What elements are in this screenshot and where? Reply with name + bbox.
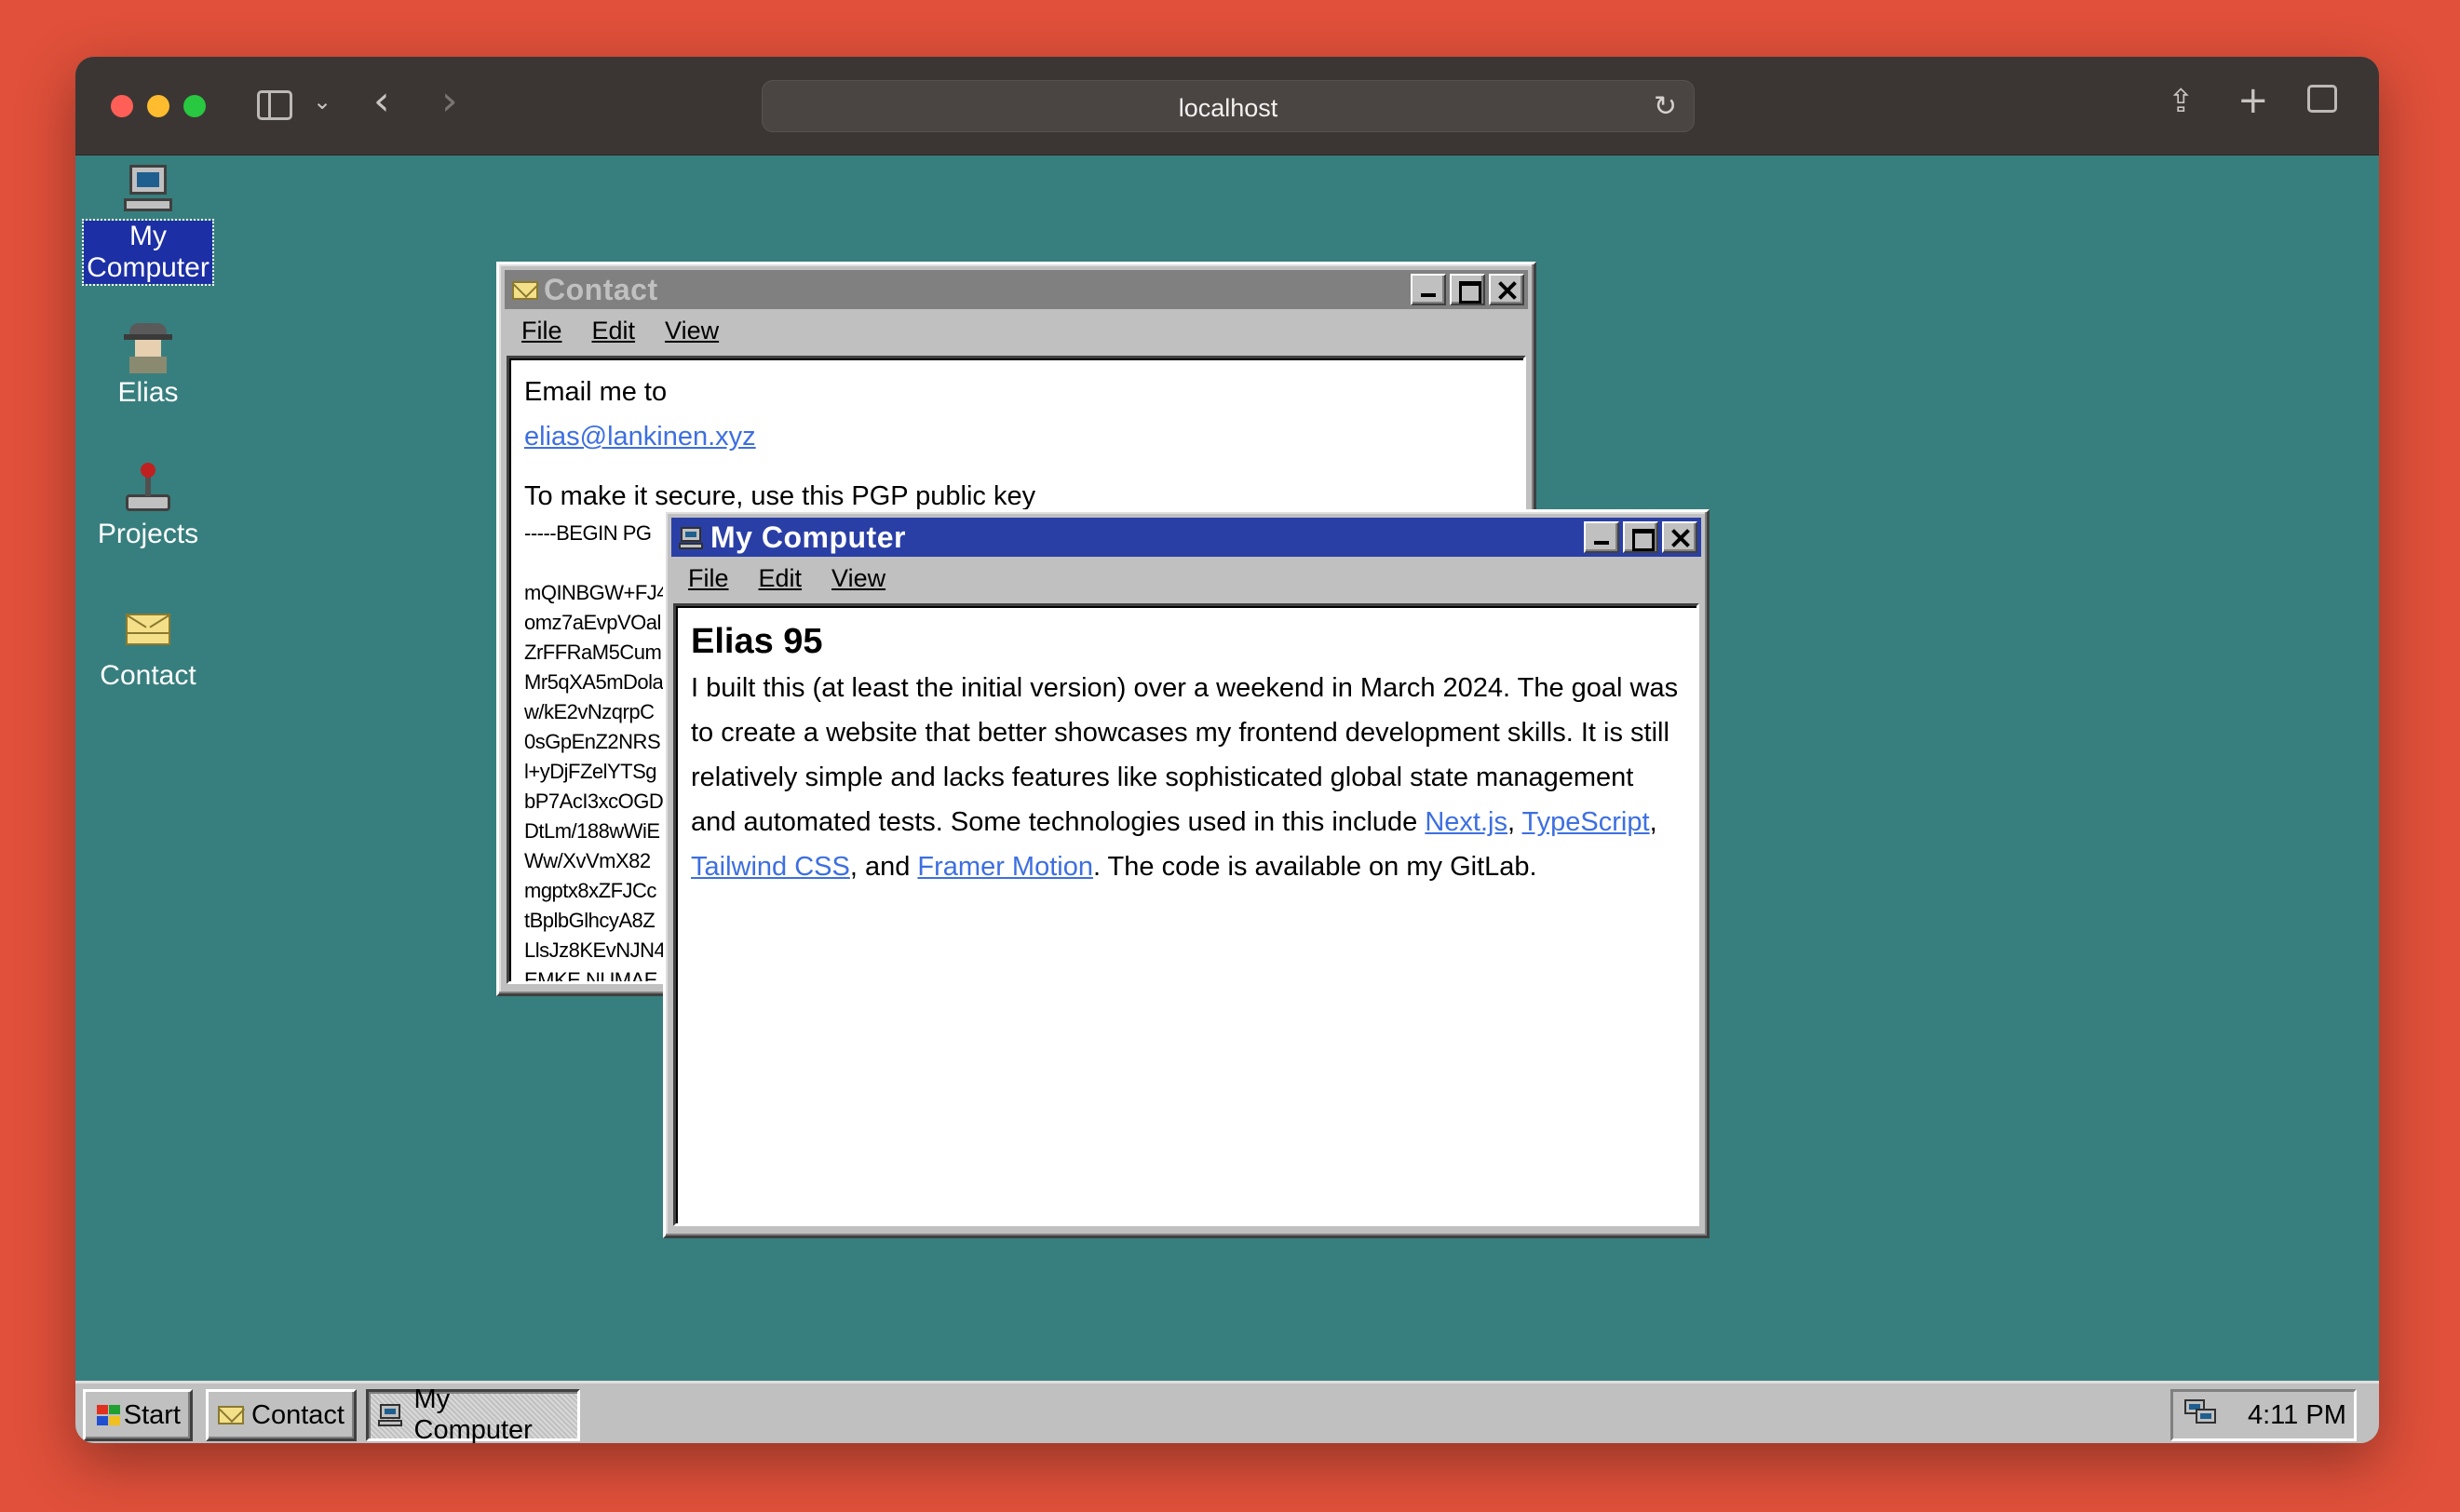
desktop: My Computer Elias Projects Contact Contac… (75, 155, 2379, 1381)
joystick-icon (122, 463, 174, 515)
task-label: Contact (251, 1399, 345, 1430)
close-button[interactable] (1662, 521, 1697, 553)
minimize-button[interactable] (1411, 274, 1446, 305)
desktop-icon-elias[interactable]: Elias (83, 321, 213, 409)
email-link[interactable]: elias@lankinen.xyz (524, 422, 756, 452)
desktop-icon-label: My Computer (82, 219, 214, 286)
minimize-window-button[interactable] (147, 95, 169, 117)
forward-icon[interactable]: › (441, 77, 458, 125)
tailwind-link[interactable]: Tailwind CSS (691, 852, 850, 882)
menu-bar: File Edit View (673, 560, 900, 598)
envelope-icon (512, 279, 538, 300)
tab-overview-icon[interactable] (2307, 85, 2337, 113)
page-title: Elias 95 (691, 622, 823, 661)
typescript-link[interactable]: TypeScript (1522, 807, 1650, 837)
desktop-icon-label: Contact (100, 660, 196, 691)
envelope-icon (122, 604, 174, 656)
task-label: My Computer (413, 1384, 533, 1443)
back-icon[interactable]: ‹ (373, 77, 390, 125)
taskbar-my-computer[interactable]: My Computer (366, 1384, 580, 1443)
share-icon[interactable]: ⇪ (2168, 83, 2195, 120)
desktop-icon-contact[interactable]: Contact (83, 604, 213, 692)
spy-icon (122, 321, 174, 373)
menu-file[interactable]: File (673, 560, 744, 598)
menu-view[interactable]: View (650, 313, 734, 350)
maximize-button[interactable] (1623, 521, 1658, 553)
browser-window: ⌄ ‹ › localhost ↻ ⇪ + MyComputer Elias (75, 57, 2379, 1443)
desktop-icon-my-computer[interactable]: My Computer (82, 165, 214, 286)
computer-icon (378, 1404, 405, 1426)
description: I built this (at least the initial versi… (691, 673, 1679, 882)
close-window-button[interactable] (111, 95, 133, 117)
title-bar[interactable]: My Computer (671, 518, 1701, 557)
chevron-down-icon[interactable]: ⌄ (313, 88, 331, 115)
address-text: localhost (1178, 94, 1278, 122)
nextjs-link[interactable]: Next.js (1425, 807, 1507, 837)
close-button[interactable] (1489, 274, 1524, 305)
taskbar: Start Contact My Computer 4:11 PM (75, 1381, 2379, 1443)
windows-logo-icon (95, 1404, 120, 1426)
envelope-icon (218, 1404, 244, 1426)
desktop-icon-projects[interactable]: Projects (83, 463, 213, 550)
title-bar[interactable]: Contact (505, 270, 1528, 309)
system-tray: 4:11 PM (2170, 1389, 2357, 1441)
menu-bar: File Edit View (507, 313, 734, 350)
framer-motion-link[interactable]: Framer Motion (917, 852, 1093, 882)
new-tab-icon[interactable]: + (2237, 79, 2269, 122)
clock[interactable]: 4:11 PM (2248, 1400, 2346, 1431)
email-intro: Email me to (524, 377, 668, 407)
computer-icon (122, 165, 174, 217)
desktop-icon-label: Elias (117, 377, 179, 408)
window-title: Contact (544, 272, 658, 306)
my-computer-window[interactable]: My Computer File Edit View Elias 95 I bu… (663, 509, 1710, 1238)
desktop-icon-label: Projects (97, 519, 199, 549)
maximize-button[interactable] (1450, 274, 1485, 305)
menu-edit[interactable]: Edit (744, 560, 818, 598)
network-icon[interactable] (2184, 1399, 2222, 1431)
menu-file[interactable]: File (507, 313, 577, 350)
start-label: Start (123, 1399, 181, 1430)
menu-edit[interactable]: Edit (577, 313, 651, 350)
start-button[interactable]: Start (83, 1389, 193, 1441)
minimize-button[interactable] (1584, 521, 1619, 553)
window-title: My Computer (710, 520, 906, 554)
address-bar[interactable]: localhost ↻ (762, 80, 1695, 132)
zoom-window-button[interactable] (183, 95, 206, 117)
reload-icon[interactable]: ↻ (1654, 90, 1677, 123)
sidebar-toggle-icon[interactable] (257, 90, 292, 120)
window-content: Elias 95 I built this (at least the init… (673, 603, 1699, 1226)
taskbar-contact[interactable]: Contact (206, 1389, 357, 1441)
menu-view[interactable]: View (817, 560, 900, 598)
browser-toolbar: ⌄ ‹ › localhost ↻ ⇪ + (75, 57, 2379, 155)
computer-icon (679, 527, 703, 549)
